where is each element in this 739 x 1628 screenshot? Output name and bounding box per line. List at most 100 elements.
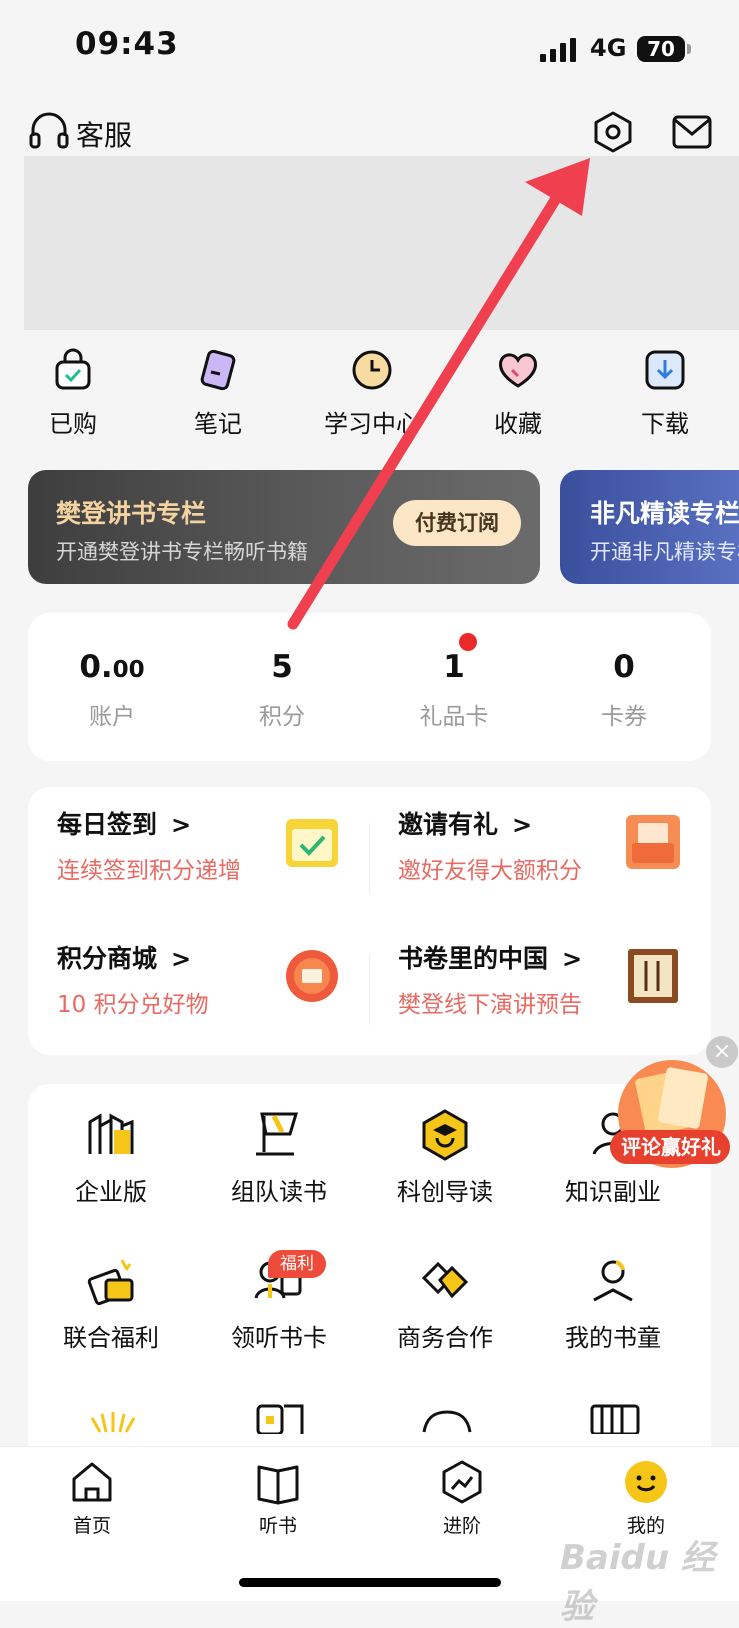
calendar-check-icon — [286, 819, 338, 867]
reader-icon — [593, 1260, 633, 1302]
settings-gear-icon[interactable] — [591, 110, 635, 154]
stat-coupons[interactable]: 0 卡券 — [554, 649, 694, 731]
nav-mine[interactable]: 我的 — [596, 1459, 696, 1538]
feature-label: 我的书童 — [565, 1324, 661, 1352]
nav-advance[interactable]: 进阶 — [412, 1459, 512, 1538]
feature-label: 知识副业 — [565, 1178, 661, 1206]
promo-title: 非凡精读专栏 — [590, 499, 739, 528]
task-points-mall[interactable]: 积分商城 > 10 积分兑好物 — [28, 921, 348, 1031]
graduate-icon — [422, 1109, 468, 1161]
status-time: 09:43 — [75, 26, 179, 62]
enterprise-icon — [88, 1113, 134, 1154]
stat-value: 0 — [613, 649, 635, 685]
feature-business[interactable]: 商务合作 — [370, 1254, 520, 1353]
chevron-right-icon: > — [171, 945, 192, 973]
features-card: 企业版 组队读书 科创导读 知识副业 联合福利 领听书卡 商务合作 我的书童 — [28, 1084, 711, 1464]
quick-favorites[interactable]: 收藏 — [468, 348, 568, 439]
quick-label: 学习中心 — [324, 410, 420, 438]
stat-value-decimals: 00 — [112, 657, 145, 683]
mall-badge-icon — [286, 950, 338, 1002]
task-subtitle: 10 积分兑好物 — [57, 992, 209, 1018]
feature-label: 组队读书 — [231, 1178, 327, 1206]
nav-listen[interactable]: 听书 — [228, 1459, 328, 1538]
headset-icon[interactable] — [28, 112, 70, 152]
chevron-right-icon: > — [512, 811, 533, 839]
stat-label: 积分 — [259, 704, 305, 730]
battery-indicator: 70 — [637, 36, 685, 62]
card-box-icon — [256, 1404, 304, 1434]
stat-value: 1 — [443, 649, 465, 685]
heart-icon — [499, 353, 537, 388]
stat-value: 5 — [271, 649, 293, 685]
nav-label: 听书 — [258, 1515, 297, 1537]
promo-subtitle: 开通樊登讲书专栏畅听书籍 — [56, 540, 308, 564]
download-icon — [645, 350, 685, 390]
task-title: 积分商城 — [57, 944, 158, 973]
promo-title: 樊登讲书专栏 — [56, 499, 207, 528]
stat-value: 0. — [79, 649, 113, 685]
promo-card-feifan[interactable]: 非凡精读专栏 开通非凡精读专栏 — [560, 470, 739, 584]
notification-dot — [459, 633, 477, 651]
promo-subtitle: 开通非凡精读专栏 — [590, 540, 739, 564]
smile-icon — [625, 1461, 667, 1503]
network-label: 4G — [590, 34, 627, 62]
progress-icon — [442, 1460, 482, 1504]
home-icon — [72, 1462, 112, 1502]
stat-gift-card[interactable]: 1 礼品卡 — [384, 649, 524, 731]
signal-icon — [540, 38, 576, 62]
feature-label: 科创导读 — [397, 1178, 493, 1206]
shelf-icon — [590, 1404, 640, 1434]
gift-card-icon — [87, 1259, 134, 1306]
task-book-china[interactable]: 书卷里的中国 > 樊登线下演讲预告 — [369, 921, 689, 1031]
bag-icon — [55, 348, 91, 390]
top-banner[interactable] — [24, 156, 739, 330]
float-promo-label[interactable]: 评论赢好礼 — [612, 1131, 730, 1160]
feature-joint-benefits[interactable]: 联合福利 — [36, 1254, 186, 1353]
feature-label: 企业版 — [75, 1178, 147, 1206]
stat-label: 账户 — [89, 704, 135, 730]
quick-downloads[interactable]: 下载 — [615, 348, 715, 439]
quick-label: 下载 — [641, 410, 689, 438]
book-icon — [257, 1465, 299, 1505]
mail-icon[interactable] — [672, 114, 712, 150]
stat-label: 卡券 — [601, 704, 647, 730]
flag-icon — [256, 1112, 299, 1156]
stat-label: 礼品卡 — [419, 704, 489, 730]
quick-notes[interactable]: 笔记 — [168, 348, 268, 439]
feature-label: 商务合作 — [397, 1324, 493, 1352]
quick-label: 已购 — [49, 410, 97, 438]
quick-label: 笔记 — [194, 410, 242, 438]
tasks-card: 每日签到 > 连续签到积分递增 邀请有礼 > 邀好友得大额积分 积分商城 > 10 积… — [28, 787, 711, 1055]
nav-home[interactable]: 首页 — [42, 1459, 142, 1538]
subscribe-button[interactable]: 付费订阅 — [393, 500, 521, 546]
clock-icon — [352, 350, 392, 390]
feature-team-reading[interactable]: 组队读书 — [204, 1108, 354, 1207]
feature-enterprise[interactable]: 企业版 — [36, 1108, 186, 1207]
scroll-poster-icon — [628, 949, 678, 1003]
quick-learning-center[interactable]: 学习中心 — [317, 348, 427, 439]
note-icon — [200, 349, 236, 391]
task-title: 邀请有礼 — [398, 810, 499, 839]
customer-service-label[interactable]: 客服 — [76, 114, 132, 154]
promo-card-fandeng[interactable]: 樊登讲书专栏 开通樊登讲书专栏畅听书籍 付费订阅 — [28, 470, 540, 584]
task-invite[interactable]: 邀请有礼 > 邀好友得大额积分 — [369, 787, 689, 897]
feature-label: 领听书卡 — [231, 1324, 327, 1352]
task-subtitle: 邀好友得大额积分 — [398, 858, 582, 884]
task-subtitle: 连续签到积分递增 — [57, 858, 241, 884]
home-indicator[interactable] — [239, 1578, 501, 1587]
car-icon — [422, 1410, 472, 1433]
feature-my-reader[interactable]: 我的书童 — [538, 1254, 688, 1353]
task-daily-checkin[interactable]: 每日签到 > 连续签到积分递增 — [28, 787, 348, 897]
task-title: 每日签到 — [57, 810, 158, 839]
nav-label: 进阶 — [442, 1515, 481, 1537]
stat-points[interactable]: 5 积分 — [212, 649, 352, 731]
chevron-right-icon: > — [562, 945, 583, 973]
feature-tech-guide[interactable]: 科创导读 — [370, 1108, 520, 1207]
quick-purchased[interactable]: 已购 — [23, 348, 123, 439]
task-title: 书卷里的中国 — [398, 944, 549, 973]
battery-tip — [687, 44, 691, 54]
quick-label: 收藏 — [494, 410, 542, 438]
stat-account[interactable]: 0.00 账户 — [42, 649, 182, 731]
watermark: Baidu 经验 — [560, 1538, 715, 1627]
account-stats-card: 0.00 账户 5 积分 1 礼品卡 0 卡券 — [28, 613, 711, 761]
